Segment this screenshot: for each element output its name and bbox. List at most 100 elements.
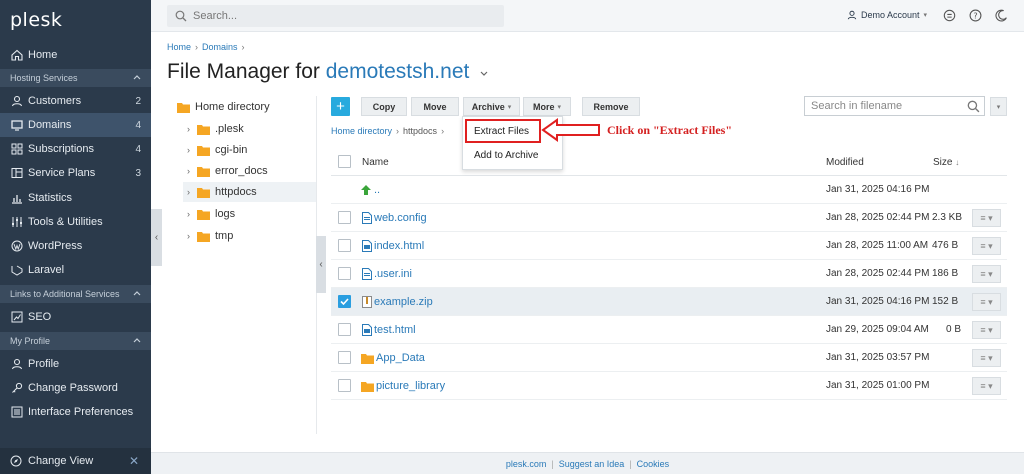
- callout-text: Click on "Extract Files": [607, 123, 732, 137]
- row-actions-button[interactable]: ≡ ▾: [972, 349, 1001, 367]
- tree-item-error-docs[interactable]: › error_docs: [187, 161, 268, 181]
- row-checkbox[interactable]: [338, 295, 351, 308]
- chevron-left-icon: ‹: [319, 259, 323, 270]
- extensions-icon[interactable]: [942, 8, 956, 22]
- tree-item-home-directory[interactable]: Home directory: [177, 97, 270, 117]
- sidebar-item-tools[interactable]: Tools & Utilities: [0, 210, 151, 234]
- file-name[interactable]: App_Data: [376, 352, 425, 364]
- sidebar-item-service-plans[interactable]: Service Plans 3: [0, 161, 151, 185]
- breadcrumb-home[interactable]: Home: [167, 42, 191, 52]
- global-search-input[interactable]: Search...: [167, 5, 504, 27]
- row-checkbox[interactable]: [338, 379, 351, 392]
- tree-item-httpdocs[interactable]: › httpdocs: [183, 182, 316, 202]
- search-options-button[interactable]: ▾: [990, 97, 1007, 116]
- archive-button[interactable]: Archive ▾: [463, 97, 520, 116]
- column-modified[interactable]: Modified: [826, 157, 864, 168]
- row-actions-button[interactable]: ≡ ▾: [972, 265, 1001, 283]
- sidebar-item-wordpress[interactable]: WordPress: [0, 234, 151, 258]
- path-httpdocs[interactable]: httpdocs: [403, 126, 437, 136]
- menu-item-add-to-archive[interactable]: Add to Archive: [474, 150, 538, 161]
- breadcrumb-domains[interactable]: Domains: [202, 42, 238, 52]
- sidebar-item-subscriptions[interactable]: Subscriptions 4: [0, 137, 151, 161]
- chevron-right-icon[interactable]: ›: [187, 166, 197, 176]
- footer-link-suggest[interactable]: Suggest an Idea: [559, 459, 625, 469]
- chevron-right-icon[interactable]: ›: [187, 231, 197, 241]
- sidebar-item-interface-preferences[interactable]: Interface Preferences: [0, 400, 151, 424]
- chevron-right-icon[interactable]: ›: [187, 124, 197, 134]
- footer-link-cookies[interactable]: Cookies: [637, 459, 670, 469]
- file-name[interactable]: .user.ini: [374, 268, 412, 280]
- sidebar-item-seo[interactable]: SEO: [0, 305, 151, 329]
- column-name[interactable]: Name: [362, 157, 389, 168]
- file-name[interactable]: index.html: [374, 240, 424, 252]
- row-checkbox[interactable]: [338, 351, 351, 364]
- row-checkbox[interactable]: [338, 267, 351, 280]
- count-badge: 2: [135, 95, 141, 107]
- search-icon[interactable]: [967, 100, 980, 113]
- file-name[interactable]: test.html: [374, 324, 416, 336]
- file-size: 476 B: [932, 240, 959, 251]
- file-name[interactable]: example.zip: [374, 296, 433, 308]
- tree-item-tmp[interactable]: › tmp: [187, 226, 233, 246]
- row-actions-button[interactable]: ≡ ▾: [972, 293, 1001, 311]
- table-row[interactable]: .. Jan 31, 2025 04:16 PM: [331, 176, 1007, 204]
- table-row[interactable]: test.html Jan 29, 2025 09:04 AM 0 B ≡ ▾: [331, 316, 1007, 344]
- sidebar-collapse-handle[interactable]: ‹: [151, 209, 162, 266]
- row-checkbox[interactable]: [338, 211, 351, 224]
- select-all-checkbox[interactable]: [338, 155, 351, 168]
- row-actions-button[interactable]: ≡ ▾: [972, 209, 1001, 227]
- table-row[interactable]: index.html Jan 28, 2025 11:00 AM 476 B ≡…: [331, 232, 1007, 260]
- sidebar-item-home[interactable]: Home: [0, 43, 151, 67]
- sidebar-item-label: Customers: [28, 95, 82, 107]
- table-row[interactable]: picture_library Jan 31, 2025 01:00 PM ≡ …: [331, 372, 1007, 400]
- tree-collapse-handle[interactable]: ‹: [316, 236, 326, 293]
- row-actions-button[interactable]: ≡ ▾: [972, 377, 1001, 395]
- help-icon[interactable]: ?: [968, 8, 982, 22]
- move-button[interactable]: Move: [411, 97, 459, 116]
- table-row-selected[interactable]: example.zip Jan 31, 2025 04:16 PM 152 B …: [331, 288, 1007, 316]
- column-size[interactable]: Size ↓: [933, 157, 959, 168]
- row-checkbox[interactable]: [338, 239, 351, 252]
- table-header: Name Modified Size ↓: [331, 148, 1007, 176]
- sidebar-item-change-password[interactable]: Change Password: [0, 376, 151, 400]
- table-row[interactable]: web.config Jan 28, 2025 02:44 PM 2.3 KB …: [331, 204, 1007, 232]
- remove-button[interactable]: Remove: [582, 97, 640, 116]
- chevron-down-icon[interactable]: [479, 68, 489, 78]
- change-view-button[interactable]: Change View ✕: [0, 448, 151, 474]
- tree-item-plesk[interactable]: › .plesk: [187, 119, 244, 139]
- sidebar-item-profile[interactable]: Profile: [0, 352, 151, 376]
- add-button[interactable]: +: [331, 97, 350, 116]
- file-name[interactable]: picture_library: [376, 380, 445, 392]
- sidebar-item-statistics[interactable]: Statistics: [0, 186, 151, 210]
- plesk-logo[interactable]: plesk: [10, 9, 62, 31]
- chevron-right-icon[interactable]: ›: [187, 209, 197, 219]
- sidebar-item-customers[interactable]: Customers 2: [0, 89, 151, 113]
- copy-button[interactable]: Copy: [361, 97, 407, 116]
- filename-search-input[interactable]: Search in filename: [804, 96, 985, 116]
- account-menu[interactable]: Demo Account ▾: [847, 10, 927, 20]
- section-my-profile[interactable]: My Profile: [0, 332, 151, 350]
- row-actions-button[interactable]: ≡ ▾: [972, 321, 1001, 339]
- row-actions-button[interactable]: ≡ ▾: [972, 237, 1001, 255]
- domain-link[interactable]: demotestsh.net: [326, 60, 470, 83]
- sidebar-item-domains[interactable]: Domains 4: [0, 113, 151, 137]
- tree-item-logs[interactable]: › logs: [187, 204, 235, 224]
- footer-link-plesk[interactable]: plesk.com: [506, 459, 547, 469]
- chevron-right-icon[interactable]: ›: [187, 187, 197, 197]
- sidebar-item-laravel[interactable]: Laravel: [0, 258, 151, 282]
- file-name[interactable]: ..: [374, 184, 380, 196]
- more-button[interactable]: More ▾: [523, 97, 571, 116]
- section-additional-services[interactable]: Links to Additional Services: [0, 285, 151, 303]
- tree-item-cgi-bin[interactable]: › cgi-bin: [187, 140, 247, 160]
- chevron-right-icon[interactable]: ›: [187, 145, 197, 155]
- table-row[interactable]: App_Data Jan 31, 2025 03:57 PM ≡ ▾: [331, 344, 1007, 372]
- row-checkbox[interactable]: [338, 323, 351, 336]
- path-home-directory[interactable]: Home directory: [331, 126, 392, 136]
- user-icon: [847, 10, 857, 20]
- section-hosting-services[interactable]: Hosting Services: [0, 69, 151, 87]
- close-icon[interactable]: ✕: [129, 454, 139, 468]
- file-name[interactable]: web.config: [374, 212, 427, 224]
- table-row[interactable]: .user.ini Jan 28, 2025 02:44 PM 186 B ≡ …: [331, 260, 1007, 288]
- tools-icon: [10, 216, 23, 229]
- dark-mode-icon[interactable]: [994, 8, 1008, 22]
